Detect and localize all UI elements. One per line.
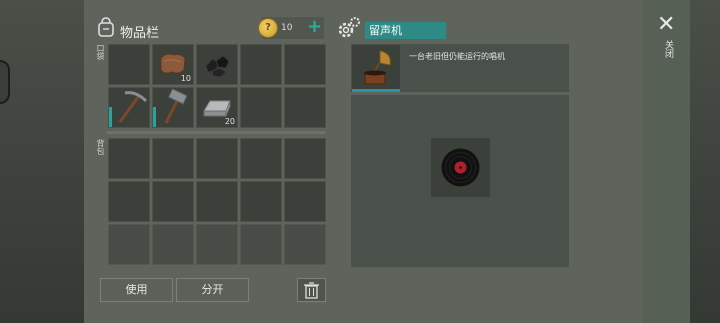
- backpack-slot[interactable]: [152, 181, 194, 222]
- backpack-slot[interactable]: [196, 181, 238, 222]
- vinyl-record-icon: [441, 148, 480, 187]
- backpack-slot-locked: [196, 224, 238, 265]
- pocket-slot[interactable]: 10: [152, 44, 194, 85]
- backpack-slot-locked: [152, 224, 194, 265]
- backpack-slot[interactable]: [240, 181, 282, 222]
- pocket-slot[interactable]: [196, 44, 238, 85]
- backpack-slot[interactable]: [152, 138, 194, 179]
- backpack-slot-locked: [240, 224, 282, 265]
- backpack-slot[interactable]: [108, 181, 150, 222]
- close-button[interactable]: ✕: [657, 12, 675, 37]
- durability-bar: [153, 107, 156, 127]
- backpack-grid: [108, 138, 326, 265]
- trash-icon: [304, 282, 319, 299]
- pocket-grid: 10 20: [108, 44, 326, 128]
- coin-icon: ?: [259, 19, 277, 37]
- backpack-slot[interactable]: [108, 138, 150, 179]
- add-coins-button[interactable]: +: [307, 16, 322, 37]
- coal-icon: [205, 55, 230, 78]
- backpack-slot-locked: [284, 224, 326, 265]
- inventory-title: 物品栏: [120, 26, 160, 41]
- side-handle[interactable]: [0, 60, 10, 104]
- pickaxe-icon: [118, 91, 148, 123]
- pocket-slot[interactable]: [108, 44, 150, 85]
- pocket-slot[interactable]: [240, 87, 282, 128]
- item-thumbnail: [352, 45, 400, 91]
- coin-count: 10: [281, 23, 293, 33]
- item-thumbnail-bar: [352, 89, 400, 92]
- backpack-slot[interactable]: [284, 138, 326, 179]
- durability-bar: [109, 107, 112, 127]
- close-label[interactable]: 关闭: [662, 40, 675, 58]
- item-name: 留声机: [365, 22, 446, 39]
- section-divider: [106, 131, 326, 134]
- pocket-label: 口袋: [96, 44, 105, 60]
- use-button[interactable]: 使用: [100, 278, 173, 302]
- pocket-slot[interactable]: [240, 44, 282, 85]
- backpack-slot[interactable]: [196, 138, 238, 179]
- pocket-slot[interactable]: 20: [196, 87, 238, 128]
- backpack-icon: [98, 17, 114, 37]
- item-description: 一台老旧但仍能运行的唱机: [409, 52, 505, 61]
- hammer-icon: [164, 88, 188, 124]
- pocket-slot[interactable]: [284, 87, 326, 128]
- split-button[interactable]: 分开: [176, 278, 249, 302]
- backpack-slot[interactable]: [240, 138, 282, 179]
- gear-icon: [338, 17, 360, 38]
- backpack-label: 背包: [96, 139, 105, 155]
- pocket-slot[interactable]: [152, 87, 194, 128]
- record-slot[interactable]: [431, 138, 490, 197]
- item-count: 20: [224, 117, 235, 126]
- pocket-slot[interactable]: [108, 87, 150, 128]
- item-count: 10: [180, 74, 191, 83]
- backpack-slot[interactable]: [284, 181, 326, 222]
- pocket-slot[interactable]: [284, 44, 326, 85]
- gramophone-icon: [364, 50, 391, 85]
- backpack-slot-locked: [108, 224, 150, 265]
- delete-button[interactable]: [297, 278, 326, 302]
